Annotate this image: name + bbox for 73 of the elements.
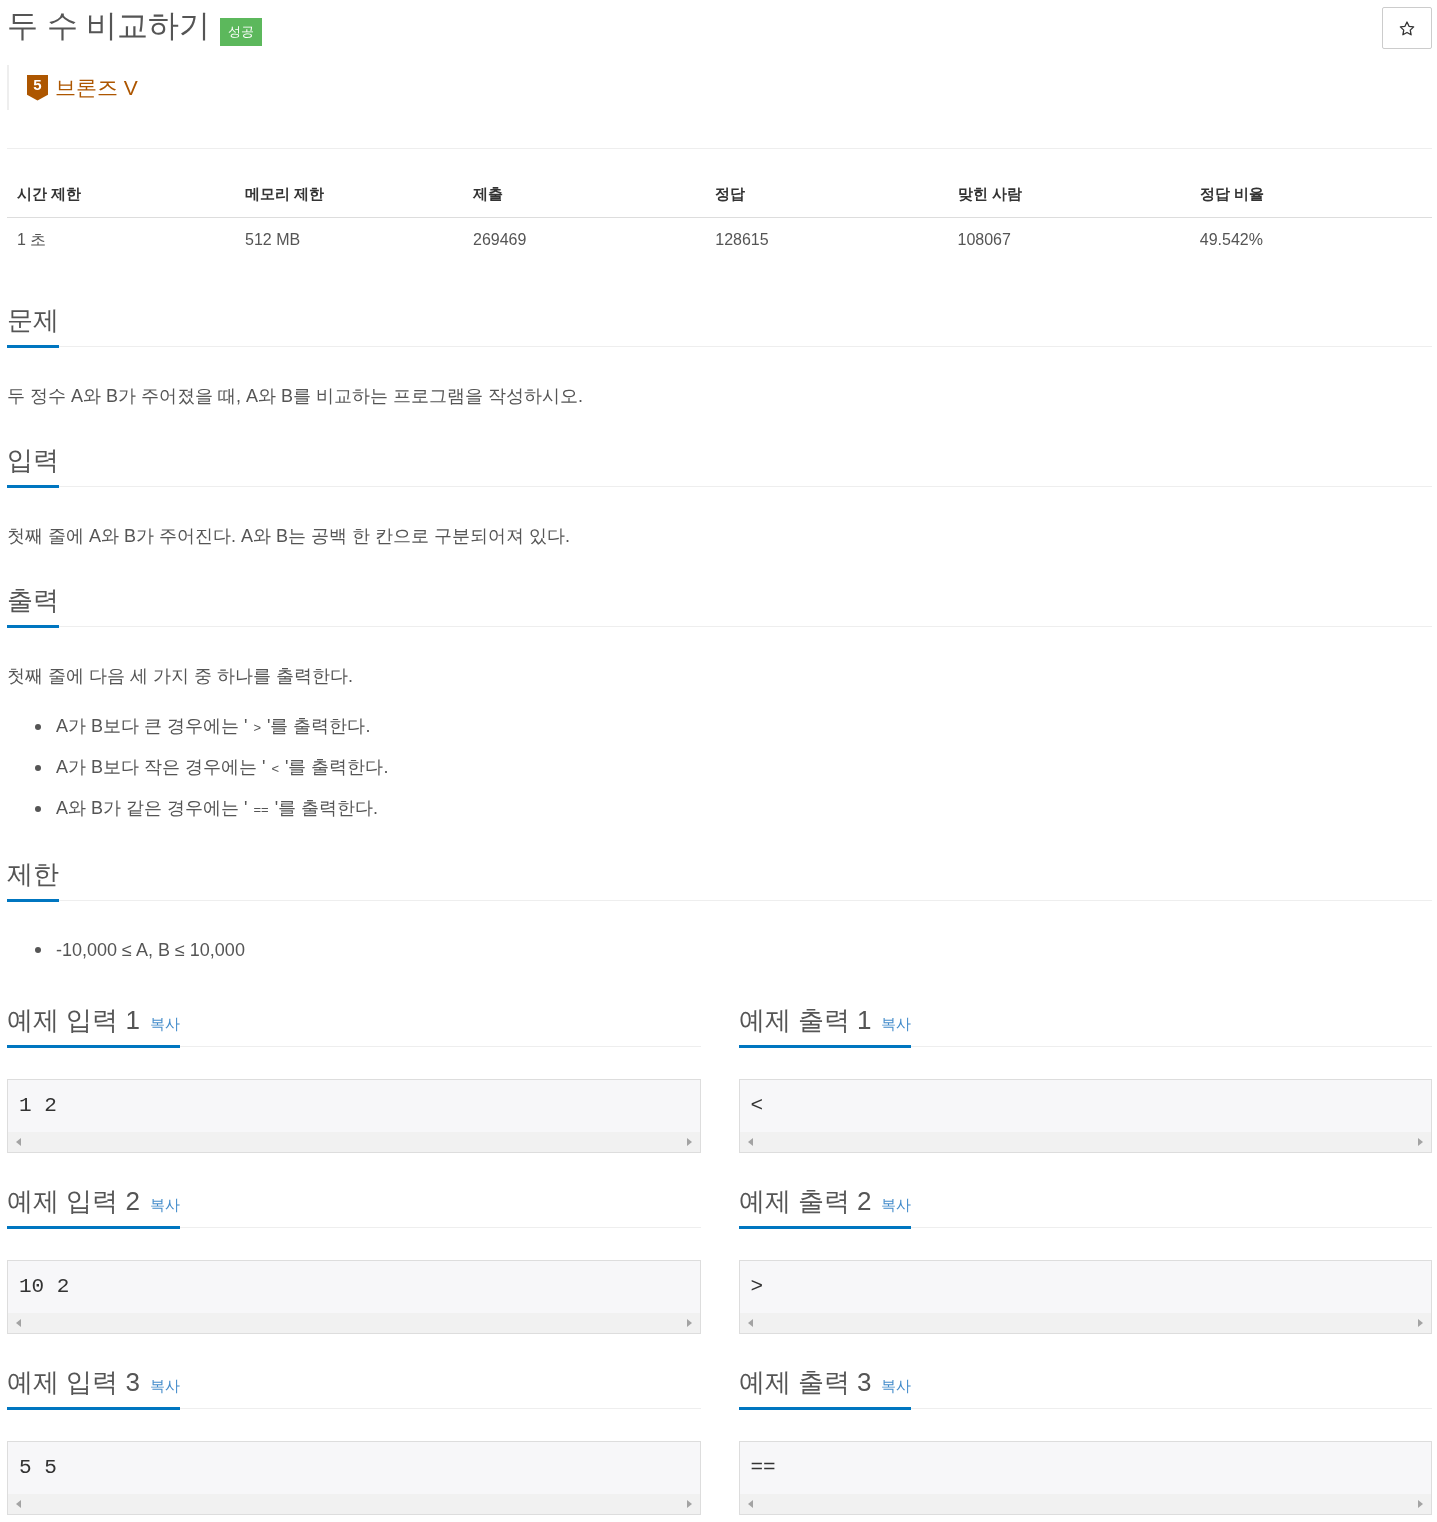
table-cell: 1 초: [7, 217, 235, 262]
tier-link[interactable]: 브론즈 V: [55, 73, 138, 102]
paragraph: 첫째 줄에 A와 B가 주어진다. A와 B는 공백 한 칸으로 구분되어져 있다.: [7, 525, 572, 548]
table-header-cell: 맞힌 사람: [947, 171, 1190, 218]
bullet-icon: [35, 765, 41, 771]
status-badge: 성공: [220, 18, 263, 46]
copy-link[interactable]: 복사: [149, 1015, 180, 1034]
scroll-left-arrow-icon[interactable]: [747, 1500, 753, 1508]
section-heading: 문제: [7, 304, 59, 337]
code-text: <: [749, 1093, 765, 1119]
code-text: >: [749, 1274, 765, 1300]
scroll-left-arrow-icon[interactable]: [16, 1138, 21, 1146]
code-text: 1 2: [18, 1093, 58, 1119]
table-cell: 269469: [463, 217, 706, 262]
scroll-right-arrow-icon[interactable]: [686, 1138, 692, 1146]
scroll-right-arrow-icon[interactable]: [1418, 1500, 1423, 1508]
copy-link[interactable]: 복사: [881, 1015, 912, 1034]
heading-underline: [7, 485, 59, 488]
list-item-text: -10,000 ≤ A, B ≤ 10,000: [56, 939, 245, 962]
bullet-icon: [35, 806, 41, 812]
horizontal-scrollbar[interactable]: [8, 1494, 700, 1514]
table-cell: 128615: [705, 217, 948, 262]
sample-heading: 예제 출력 3: [738, 1366, 872, 1399]
table-header-cell: 정답 비율: [1189, 171, 1432, 218]
section-heading: 출력: [7, 584, 59, 617]
code-text: 10 2: [18, 1274, 71, 1300]
section-heading: 입력: [7, 444, 59, 477]
list-item-text: A와 B가 같은 경우에는 ' == '를 출력한다.: [56, 797, 379, 820]
scroll-left-arrow-icon[interactable]: [747, 1319, 753, 1327]
paragraph: 두 정수 A와 B가 주어졌을 때, A와 B를 비교하는 프로그램을 작성하시오.: [7, 385, 585, 408]
scroll-right-arrow-icon[interactable]: [1418, 1319, 1423, 1327]
scroll-left-arrow-icon[interactable]: [747, 1138, 753, 1146]
sample-heading: 예제 출력 2: [738, 1185, 872, 1218]
scroll-right-arrow-icon[interactable]: [1418, 1138, 1423, 1146]
code-text: 5 5: [18, 1455, 58, 1481]
problem-title: 두 수 비교하기: [7, 7, 211, 45]
scroll-right-arrow-icon[interactable]: [686, 1319, 692, 1327]
horizontal-scrollbar[interactable]: [8, 1313, 700, 1333]
scroll-right-arrow-icon[interactable]: [686, 1500, 692, 1508]
star-icon: [1399, 20, 1415, 36]
star-button[interactable]: [1382, 7, 1432, 49]
table-cell: 108067: [947, 217, 1190, 262]
list-item-text: A가 B보다 작은 경우에는 ' < '를 출력한다.: [56, 756, 389, 779]
scroll-left-arrow-icon[interactable]: [16, 1500, 21, 1508]
code-text: ==: [749, 1455, 777, 1481]
bullet-icon: [35, 947, 41, 953]
table-header-cell: 제출: [463, 171, 706, 218]
horizontal-scrollbar[interactable]: [739, 1494, 1431, 1514]
table-header-cell: 메모리 제한: [235, 171, 463, 218]
scroll-left-arrow-icon[interactable]: [16, 1319, 21, 1327]
horizontal-scrollbar[interactable]: [8, 1132, 700, 1152]
tier-badge: 5: [27, 74, 48, 101]
bullet-icon: [35, 724, 41, 730]
copy-link[interactable]: 복사: [149, 1196, 180, 1215]
paragraph: 첫째 줄에 다음 세 가지 중 하나를 출력한다.: [7, 665, 354, 688]
heading-underline: [7, 625, 59, 628]
heading-underline: [7, 345, 59, 348]
horizontal-scrollbar[interactable]: [739, 1132, 1431, 1152]
copy-link[interactable]: 복사: [881, 1377, 912, 1396]
horizontal-scrollbar[interactable]: [739, 1313, 1431, 1333]
table-header-cell: 시간 제한: [7, 171, 235, 218]
heading-underline: [7, 899, 59, 902]
sample-heading: 예제 출력 1: [738, 1004, 872, 1037]
sample-heading: 예제 입력 3: [7, 1366, 140, 1399]
table-cell: 49.542%: [1189, 217, 1432, 262]
copy-link[interactable]: 복사: [881, 1196, 912, 1215]
section-heading: 제한: [7, 858, 59, 891]
table-header-cell: 정답: [705, 171, 948, 218]
list-item-text: A가 B보다 큰 경우에는 ' > '를 출력한다.: [56, 715, 371, 738]
copy-link[interactable]: 복사: [149, 1377, 180, 1396]
sample-heading: 예제 입력 1: [7, 1004, 140, 1037]
sample-heading: 예제 입력 2: [7, 1185, 140, 1218]
table-cell: 512 MB: [235, 217, 463, 262]
